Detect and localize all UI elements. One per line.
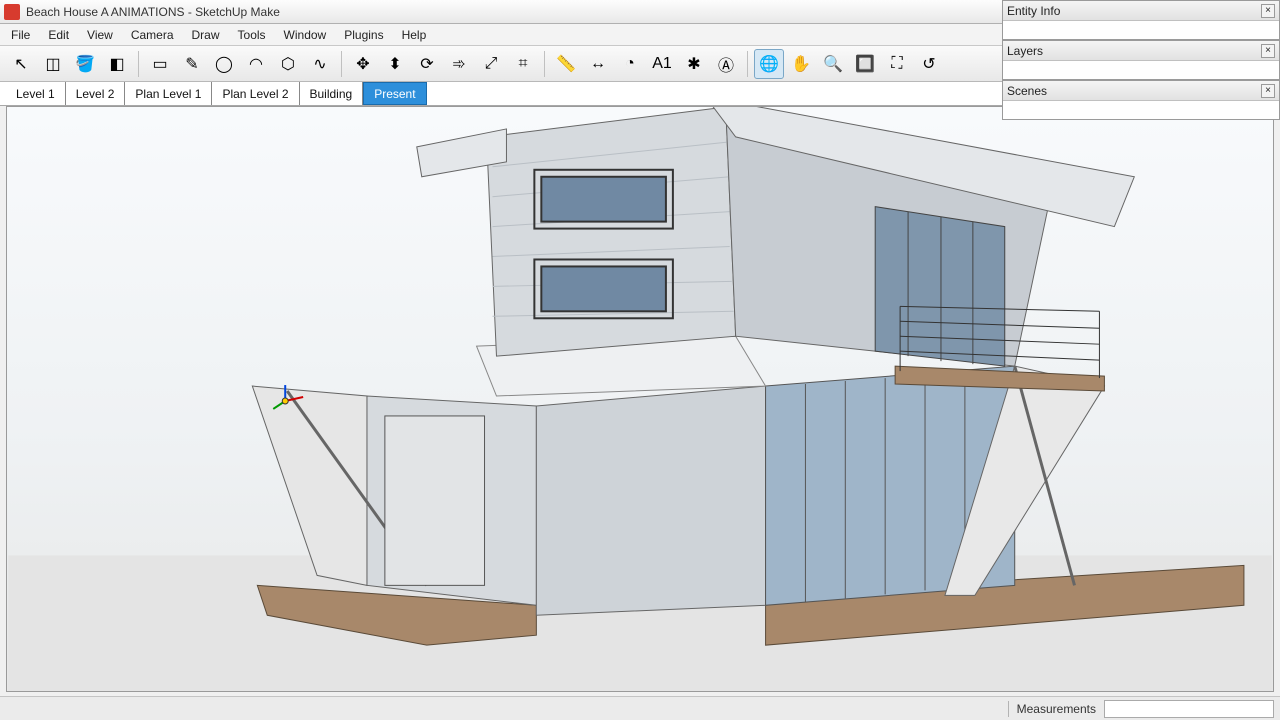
toolbar-separator <box>341 51 342 77</box>
close-icon[interactable]: × <box>1261 4 1275 18</box>
entity-info-body <box>1003 21 1279 39</box>
scene-tab-building[interactable]: Building <box>300 82 364 105</box>
statusbar: Measurements <box>0 696 1280 720</box>
toolbar-separator <box>747 51 748 77</box>
zoom-extents-tool[interactable]: ⛶ <box>882 49 912 79</box>
eraser-tool[interactable]: ◧ <box>102 49 132 79</box>
scenes-body <box>1003 101 1279 119</box>
menu-camera[interactable]: Camera <box>122 26 183 44</box>
line-tool[interactable]: ✎ <box>177 49 207 79</box>
menu-edit[interactable]: Edit <box>39 26 78 44</box>
rectangle-tool[interactable]: ▭ <box>145 49 175 79</box>
text-tool[interactable]: A1 <box>647 49 677 79</box>
polygon-tool[interactable]: ⬡ <box>273 49 303 79</box>
close-icon[interactable]: × <box>1261 44 1275 58</box>
measurements-input[interactable] <box>1104 700 1274 718</box>
protractor-tool[interactable]: ◔ <box>615 49 645 79</box>
scenes-panel[interactable]: Scenes × <box>1002 80 1280 120</box>
toolbar-separator <box>544 51 545 77</box>
pushpull-tool[interactable]: ⬍ <box>380 49 410 79</box>
make-component-tool[interactable]: ◫ <box>38 49 68 79</box>
followme-tool[interactable]: ➾ <box>444 49 474 79</box>
select-tool[interactable]: ↖ <box>6 49 36 79</box>
panel-title-entity-info: Entity Info <box>1007 4 1060 18</box>
pan-tool[interactable]: ✋ <box>786 49 816 79</box>
menu-plugins[interactable]: Plugins <box>335 26 392 44</box>
app-icon <box>4 4 20 20</box>
layers-body <box>1003 61 1279 79</box>
circle-tool[interactable]: ◯ <box>209 49 239 79</box>
entity-info-panel[interactable]: Entity Info × <box>1002 0 1280 40</box>
paint-bucket-tool[interactable]: 🪣 <box>70 49 100 79</box>
model-canvas[interactable] <box>7 107 1273 691</box>
panel-title-scenes: Scenes <box>1007 84 1047 98</box>
scale-tool[interactable]: ⤢ <box>476 49 506 79</box>
3d-text-tool[interactable]: Ⓐ <box>711 49 741 79</box>
side-panels: Entity Info × Layers × Scenes × <box>1002 0 1280 120</box>
scene-tab-level-2[interactable]: Level 2 <box>66 82 126 105</box>
rotate-tool[interactable]: ⟳ <box>412 49 442 79</box>
menu-view[interactable]: View <box>78 26 122 44</box>
menu-draw[interactable]: Draw <box>183 26 229 44</box>
scene-tab-plan-level-2[interactable]: Plan Level 2 <box>212 82 299 105</box>
measurements-label: Measurements <box>1017 702 1096 716</box>
axes-tool[interactable]: ✱ <box>679 49 709 79</box>
menu-help[interactable]: Help <box>393 26 436 44</box>
arc-tool[interactable]: ◠ <box>241 49 271 79</box>
viewport-3d[interactable] <box>6 106 1274 692</box>
menu-window[interactable]: Window <box>275 26 336 44</box>
tape-measure-tool[interactable]: 📏 <box>551 49 581 79</box>
window-title: Beach House A ANIMATIONS - SketchUp Make <box>26 5 280 19</box>
offset-tool[interactable]: ⌗ <box>508 49 538 79</box>
dimension-tool[interactable]: ↔ <box>583 49 613 79</box>
scene-tab-present[interactable]: Present <box>363 82 426 105</box>
move-tool[interactable]: ✥ <box>348 49 378 79</box>
layers-panel[interactable]: Layers × <box>1002 40 1280 80</box>
scene-tab-level-1[interactable]: Level 1 <box>6 82 66 105</box>
zoom-window-tool[interactable]: 🔲 <box>850 49 880 79</box>
scene-tab-plan-level-1[interactable]: Plan Level 1 <box>125 82 212 105</box>
freehand-tool[interactable]: ∿ <box>305 49 335 79</box>
menu-file[interactable]: File <box>2 26 39 44</box>
zoom-tool[interactable]: 🔍 <box>818 49 848 79</box>
menu-tools[interactable]: Tools <box>229 26 275 44</box>
orbit-tool[interactable]: 🌐 <box>754 49 784 79</box>
close-icon[interactable]: × <box>1261 84 1275 98</box>
previous-view-tool[interactable]: ↺ <box>914 49 944 79</box>
panel-title-layers: Layers <box>1007 44 1043 58</box>
toolbar-separator <box>138 51 139 77</box>
